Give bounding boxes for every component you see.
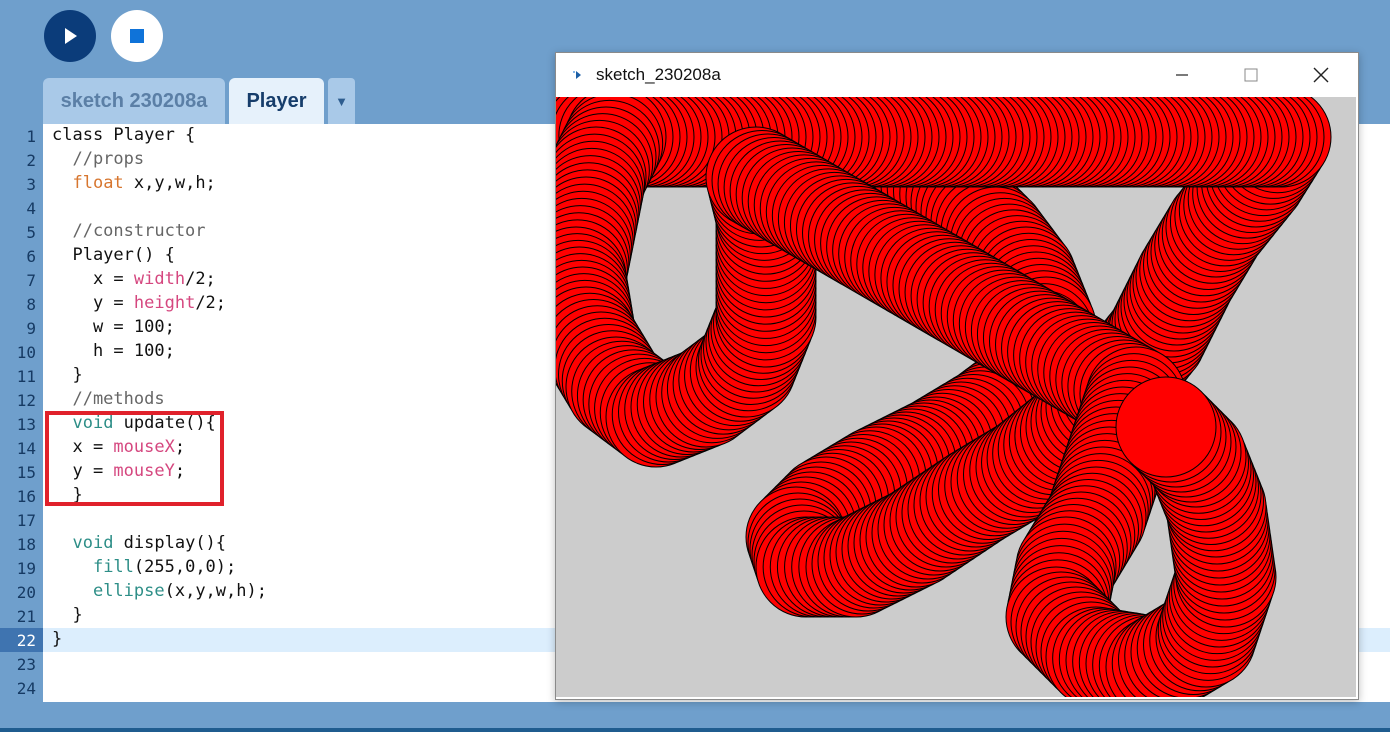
line-number: 19 [16,559,36,578]
line-number: 24 [16,679,36,698]
code-line[interactable]: class Player { [52,125,195,145]
line-number: 12 [16,391,36,410]
line-number: 8 [26,295,36,314]
line-number: 1 [26,127,36,146]
line-number: 2 [26,151,36,170]
run-button[interactable] [44,10,96,62]
sketch-window[interactable]: sketch_230208a [555,52,1359,700]
code-line[interactable]: fill(255,0,0); [52,557,236,577]
line-number: 7 [26,271,36,290]
line-number: 23 [16,655,36,674]
line-number: 15 [16,463,36,482]
line-number: 17 [16,511,36,530]
line-number: 5 [26,223,36,242]
line-number: 3 [26,175,36,194]
code-line[interactable]: //methods [52,389,164,409]
processing-app-icon [571,68,585,82]
play-icon [65,28,77,44]
tab-menu-button[interactable]: ▼ [328,78,355,124]
stop-button[interactable] [111,10,163,62]
stop-icon [130,29,144,43]
close-icon [1313,67,1329,83]
status-bar [0,702,1390,732]
code-line[interactable]: h = 100; [52,341,175,361]
ellipse-trail [556,97,1332,697]
line-number: 9 [26,319,36,338]
code-line[interactable]: w = 100; [52,317,175,337]
line-number: 20 [16,583,36,602]
sketch-canvas[interactable] [556,97,1356,697]
window-titlebar[interactable]: sketch_230208a [556,53,1356,97]
code-line[interactable]: void display(){ [52,533,226,553]
maximize-button[interactable] [1228,53,1274,97]
line-number: 16 [16,487,36,506]
line-number: 4 [26,199,36,218]
code-line[interactable]: Player() { [52,245,174,265]
code-line[interactable]: } [52,605,82,625]
line-number: 22 [16,631,36,650]
minimize-button[interactable] [1159,53,1205,97]
line-number: 11 [16,367,36,386]
line-number: 18 [16,535,36,554]
line-number: 13 [16,415,36,434]
code-line[interactable]: } [52,629,62,649]
annotation-highlight-box [45,411,224,506]
window-title: sketch_230208a [596,65,721,84]
minimize-icon [1176,74,1188,76]
tab-sketch[interactable]: sketch 230208a [43,78,225,124]
line-number: 21 [16,607,36,626]
code-line[interactable]: } [52,365,82,385]
code-line[interactable]: float x,y,w,h; [52,173,215,193]
close-button[interactable] [1298,53,1344,97]
maximize-icon [1244,68,1258,82]
trail-ellipse [1115,376,1217,478]
code-line[interactable]: y = height/2; [52,293,226,313]
line-number: 10 [16,343,36,362]
code-line[interactable]: //constructor [52,221,205,241]
code-line[interactable]: x = width/2; [52,269,216,289]
chevron-down-icon: ▼ [335,93,348,109]
code-line[interactable]: //props [52,149,144,169]
tab-player[interactable]: Player [229,78,324,124]
line-number: 14 [16,439,36,458]
line-number: 6 [26,247,36,266]
code-line[interactable]: ellipse(x,y,w,h); [52,581,267,601]
